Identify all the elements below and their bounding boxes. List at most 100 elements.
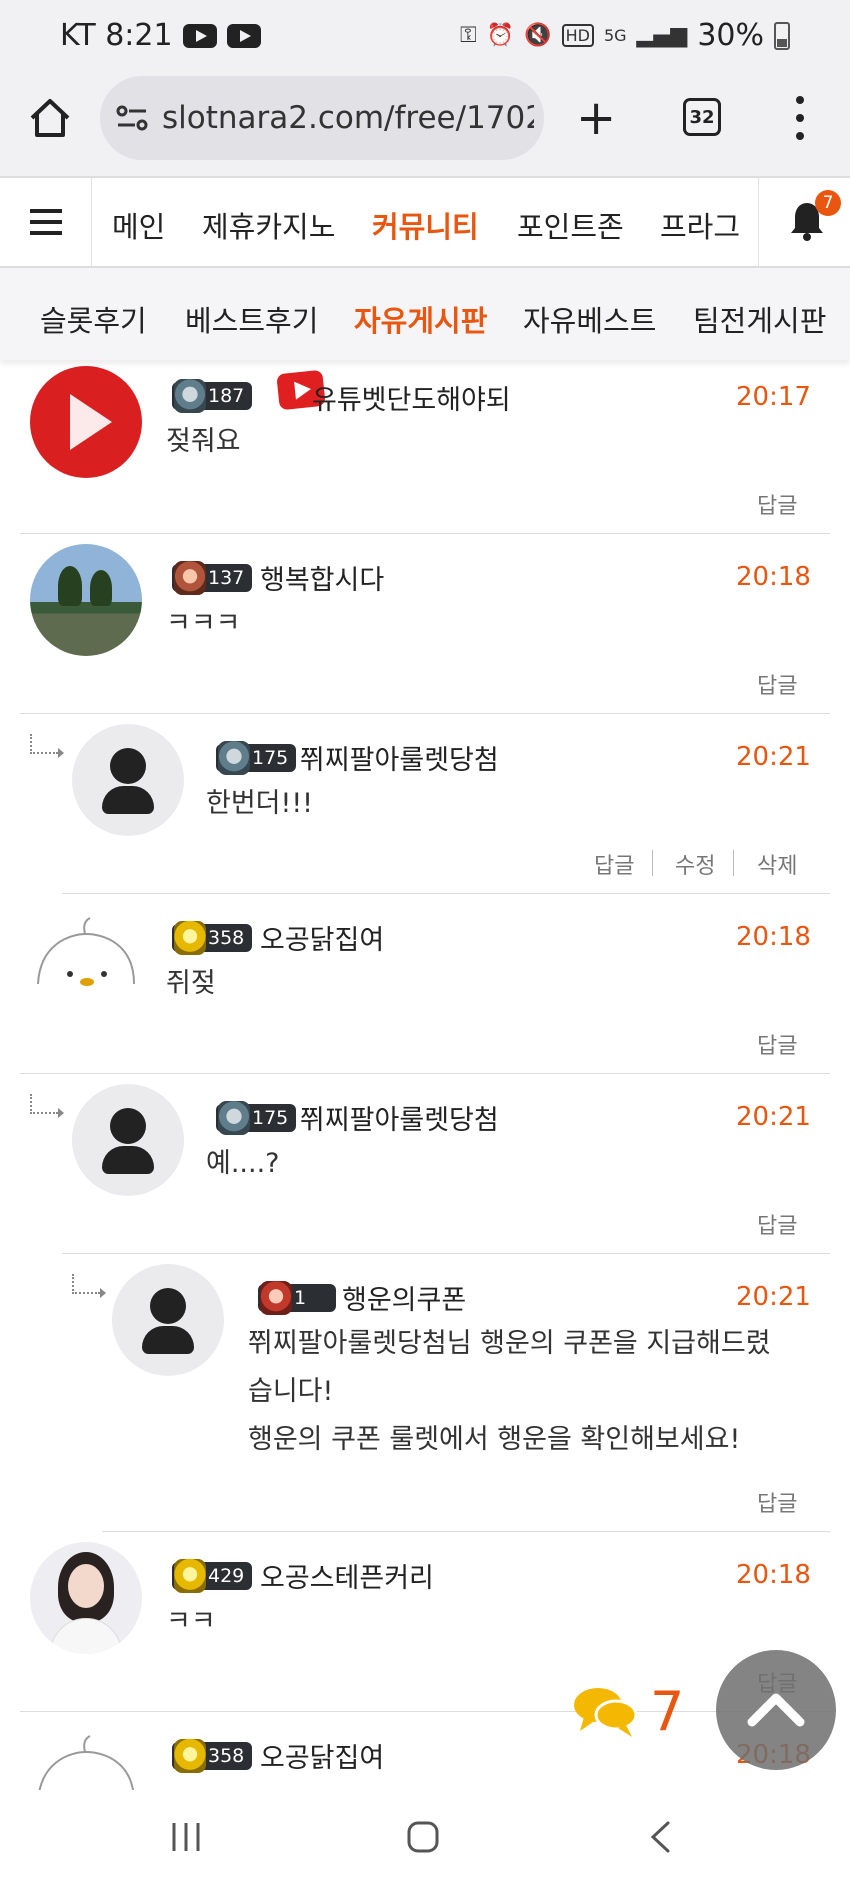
alarm-icon: ⏰ — [486, 23, 515, 48]
avatar[interactable] — [72, 1084, 184, 1196]
comment-time: 20:17 — [736, 382, 811, 412]
comment-item: 187 유튜벳단도해야되 20:17 젖줘요 답글 — [20, 360, 830, 534]
level-emblem-icon — [174, 379, 206, 413]
comment-count-float[interactable]: 7 — [572, 1680, 684, 1743]
tab-team-board[interactable]: 팀전게시판 — [693, 298, 826, 340]
level-badge: 187 — [172, 379, 253, 413]
recent-apps-icon[interactable] — [168, 1820, 204, 1854]
tab-slot-review[interactable]: 슬롯후기 — [40, 298, 147, 340]
notification-button[interactable]: 7 — [758, 178, 850, 266]
comment-time: 20:18 — [736, 562, 811, 592]
comment-text: 한번더!!! — [206, 788, 313, 819]
status-left: KT 8:21 — [60, 18, 261, 53]
comment-item: 358 오공닭집여 20:18 쥐젖 답글 — [20, 894, 830, 1074]
level-badge: 175 — [216, 741, 297, 775]
comment-author[interactable]: 쮜찌팔아룰렛당첨 — [300, 1098, 499, 1137]
level-badge: 358 — [172, 1739, 253, 1773]
nav-item-point-zone[interactable]: 포인트존 — [517, 204, 624, 246]
comment-count: 7 — [650, 1680, 685, 1743]
plus-icon: + — [576, 90, 617, 146]
nav-item-praga[interactable]: 프라그 — [660, 204, 740, 246]
comment-item-reply: 175 쮜찌팔아룰렛당첨 20:21 한번더!!! 답글 수정 삭제 — [62, 714, 830, 894]
comment-text: 젖줘요 — [166, 426, 241, 457]
battery-icon — [774, 21, 790, 50]
tab-count: 32 — [689, 106, 715, 128]
address-bar[interactable]: slotnara2.com/free/1702 — [100, 76, 544, 160]
level-emblem-icon — [174, 1559, 206, 1593]
home-icon — [30, 99, 70, 137]
level-emblem-icon — [174, 1739, 206, 1773]
battery-percent: 30% — [697, 18, 764, 53]
avatar[interactable] — [30, 1542, 142, 1654]
tab-free-board[interactable]: 자유게시판 — [354, 298, 487, 340]
avatar[interactable] — [112, 1264, 224, 1376]
divider — [652, 850, 653, 876]
menu-icon[interactable] — [0, 178, 92, 266]
tab-best-review[interactable]: 베스트후기 — [185, 298, 318, 340]
avatar[interactable] — [30, 1722, 142, 1790]
reply-button[interactable]: 답글 — [757, 488, 797, 520]
level-badge: 137 — [172, 561, 253, 595]
comment-time: 20:18 — [736, 1560, 811, 1590]
back-icon[interactable] — [648, 1820, 672, 1854]
reply-button[interactable]: 답글 — [757, 1208, 797, 1240]
network-type: 5G — [603, 26, 627, 45]
site-settings-icon[interactable] — [116, 104, 148, 132]
sub-nav: 슬롯후기 베스트후기 자유게시판 자유베스트 팀전게시판 — [0, 268, 850, 360]
home-button[interactable] — [28, 96, 72, 140]
chick-character-icon — [38, 1735, 134, 1790]
chevron-up-icon — [747, 1693, 805, 1727]
reply-button[interactable]: 답글 — [594, 848, 634, 880]
key-icon: ⚿ — [460, 23, 477, 48]
level-badge: 1 — [258, 1281, 336, 1315]
divider — [733, 850, 734, 876]
comment-author[interactable]: 쮜찌팔아룰렛당첨 — [300, 738, 499, 777]
hd-icon: HD — [561, 24, 594, 47]
avatar[interactable] — [30, 904, 142, 1016]
chick-character-icon — [37, 917, 135, 986]
scroll-top-button[interactable] — [716, 1650, 836, 1770]
avatar[interactable] — [72, 724, 184, 836]
reply-arrow-icon — [30, 734, 64, 758]
comment-author[interactable]: 행운의쿠폰 — [342, 1278, 466, 1317]
reply-button[interactable]: 답글 — [757, 1028, 797, 1060]
comment-item-reply: 1 행운의쿠폰 20:21 쮜찌팔아룰렛당첨님 행운의 쿠폰을 지급해드렸 습니… — [102, 1254, 830, 1532]
avatar[interactable] — [30, 366, 142, 478]
delete-button[interactable]: 삭제 — [757, 848, 797, 880]
tab-free-best[interactable]: 자유베스트 — [523, 298, 656, 340]
comment-text: 쥐젖 — [166, 968, 216, 999]
level-emblem-icon — [174, 561, 206, 595]
comment-author[interactable]: 오공스테픈커리 — [260, 1556, 434, 1595]
url-text[interactable]: slotnara2.com/free/1702 — [162, 100, 534, 136]
comment-text: 쮜찌팔아룰렛당첨님 행운의 쿠폰을 지급해드렸 습니다! 행운의 쿠폰 룰렛에서… — [248, 1328, 771, 1455]
comment-time: 20:21 — [736, 1282, 811, 1312]
comment-text: ㅋㅋㅋ — [166, 608, 241, 639]
more-icon[interactable] — [794, 96, 806, 140]
comment-author[interactable]: 행복합시다 — [260, 558, 384, 597]
home-nav-icon[interactable] — [406, 1820, 440, 1854]
status-right: ⚿ ⏰ 🔇 HD 5G ▂▄▆ 30% — [460, 18, 790, 53]
comment-author[interactable]: 오공닭집여 — [260, 918, 384, 957]
comment-author[interactable]: 오공닭집여 — [260, 1736, 384, 1775]
comment-item: 137 행복합시다 20:18 ㅋㅋㅋ 답글 — [20, 534, 830, 714]
nav-item-partner-casino[interactable]: 제휴카지노 — [202, 204, 335, 246]
avatar[interactable] — [30, 544, 142, 656]
nav-item-community[interactable]: 커뮤니티 — [372, 204, 479, 246]
tabs-button[interactable]: 32 — [683, 98, 721, 136]
new-tab-button[interactable]: + — [576, 94, 616, 142]
reply-arrow-icon — [30, 1094, 64, 1118]
comment-item: 429 오공스테픈커리 20:18 ㅋㅋ 답글 — [20, 1532, 830, 1712]
reply-button[interactable]: 답글 — [757, 1486, 797, 1518]
edit-button[interactable]: 수정 — [675, 848, 715, 880]
site-nav: 메인 제휴카지노 커뮤니티 포인트존 프라그 7 — [0, 176, 850, 268]
comment-text: 예....? — [206, 1148, 280, 1179]
comment-item-reply: 175 쮜찌팔아룰렛당첨 20:21 예....? 답글 — [62, 1074, 830, 1254]
reply-button[interactable]: 답글 — [757, 668, 797, 700]
notification-badge: 7 — [815, 190, 841, 216]
signal-icon: ▂▄▆ — [636, 23, 688, 48]
comment-time: 20:21 — [736, 1102, 811, 1132]
nav-item-main[interactable]: 메인 — [112, 204, 165, 246]
youtube-notification-icon — [226, 23, 261, 48]
comment-author[interactable]: 유튜벳단도해야되 — [312, 378, 511, 417]
browser-toolbar: slotnara2.com/free/1702 + 32 — [0, 72, 850, 176]
